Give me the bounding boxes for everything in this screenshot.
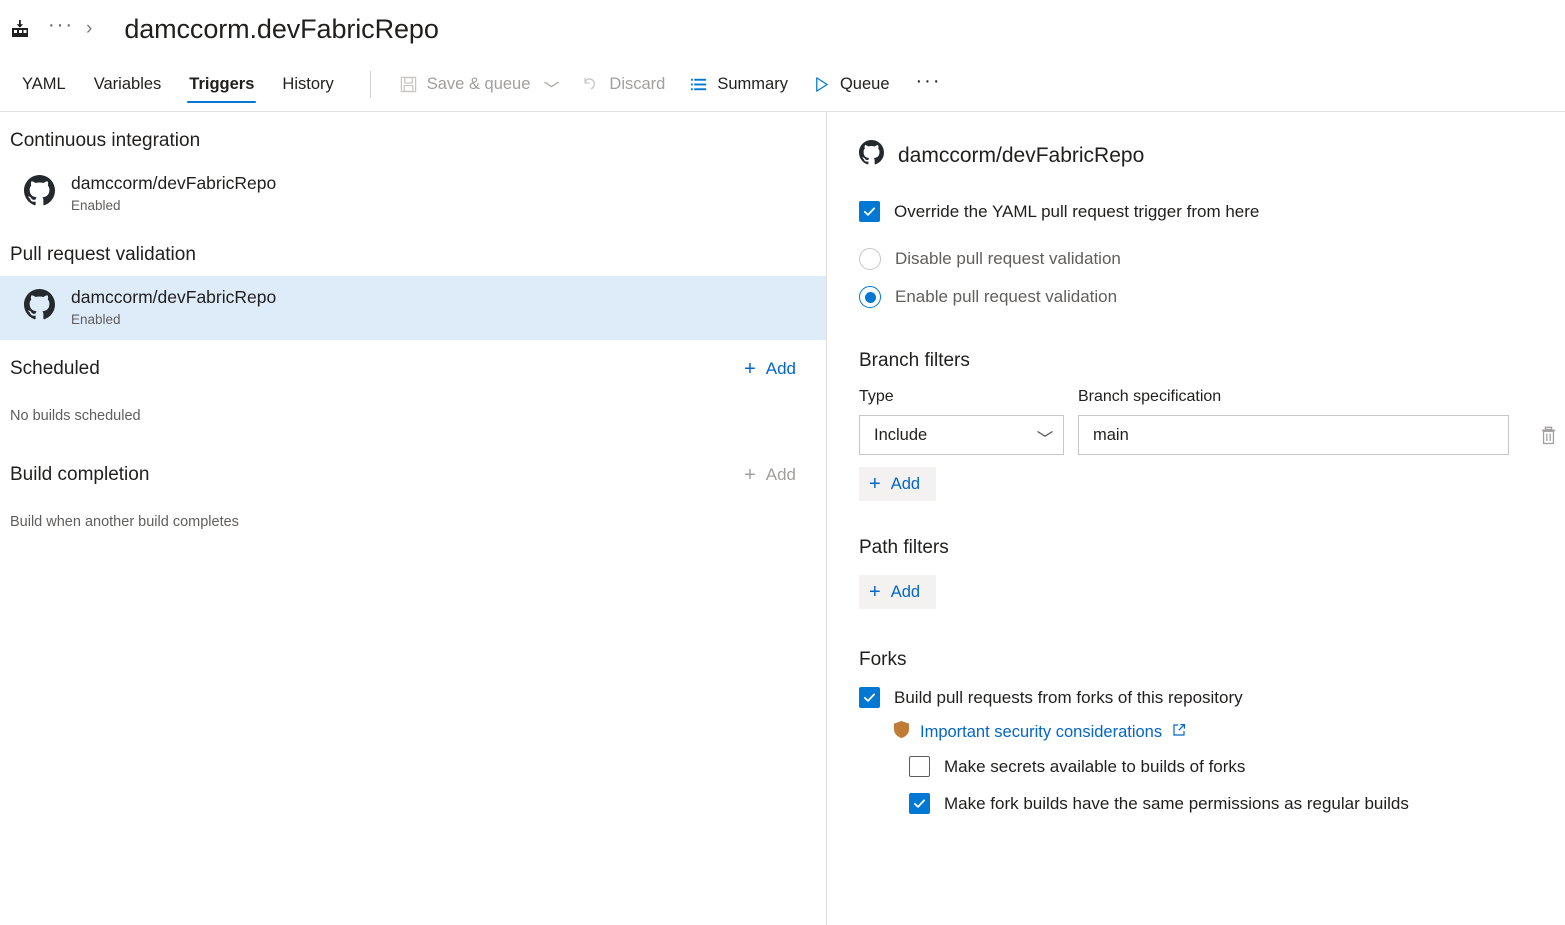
- branch-filter-type-select[interactable]: Include: [859, 415, 1064, 455]
- security-considerations-link[interactable]: Important security considerations: [920, 723, 1162, 742]
- add-path-filter-label: Add: [891, 583, 920, 602]
- path-filters-heading: Path filters: [859, 537, 1565, 559]
- build-from-forks-row[interactable]: Build pull requests from forks of this r…: [859, 687, 1565, 708]
- trigger-item-status: Enabled: [71, 312, 276, 327]
- discard-button[interactable]: Discard: [569, 58, 677, 111]
- override-yaml-trigger-label: Override the YAML pull request trigger f…: [894, 202, 1259, 222]
- trigger-item-status: Enabled: [71, 198, 276, 213]
- radio-dot-icon: [865, 292, 876, 303]
- forks-heading: Forks: [859, 649, 1565, 671]
- tab-history[interactable]: History: [268, 58, 347, 111]
- override-yaml-trigger-checkbox[interactable]: [859, 201, 880, 222]
- check-icon: [863, 691, 876, 704]
- external-link-icon: [1172, 723, 1186, 742]
- section-continuous-integration-heading: Continuous integration: [0, 112, 826, 162]
- breadcrumb-overflow[interactable]: ···: [34, 15, 86, 43]
- make-secrets-available-checkbox[interactable]: [909, 756, 930, 777]
- save-and-queue-label: Save & queue: [427, 75, 531, 94]
- check-icon: [913, 797, 926, 810]
- trigger-item-continuous-integration[interactable]: damccorm/devFabricRepo Enabled: [0, 162, 826, 226]
- enable-pr-validation-label: Enable pull request validation: [895, 287, 1117, 307]
- trigger-item-name: damccorm/devFabricRepo: [71, 287, 276, 309]
- make-secrets-available-row[interactable]: Make secrets available to builds of fork…: [909, 756, 1565, 777]
- build-from-forks-checkbox[interactable]: [859, 687, 880, 708]
- scheduled-empty-text: No builds scheduled: [0, 390, 826, 424]
- plus-icon: +: [744, 465, 756, 485]
- trigger-item-name: damccorm/devFabricRepo: [71, 173, 276, 195]
- enable-pr-validation-radio[interactable]: [859, 286, 881, 308]
- plus-icon: +: [744, 359, 756, 379]
- tab-yaml[interactable]: YAML: [8, 58, 80, 111]
- build-completion-empty-text: Build when another build completes: [0, 496, 826, 530]
- details-title-label: damccorm/devFabricRepo: [898, 144, 1144, 168]
- trigger-details-pane: damccorm/devFabricRepo Override the YAML…: [827, 112, 1565, 925]
- play-icon: [812, 75, 831, 94]
- shield-icon: [893, 720, 910, 744]
- fork-builds-permissions-checkbox[interactable]: [909, 793, 930, 814]
- branch-filter-row: Include: [859, 415, 1565, 455]
- enable-pr-validation-row[interactable]: Enable pull request validation: [859, 286, 1565, 308]
- fork-builds-permissions-row[interactable]: Make fork builds have the same permissio…: [909, 793, 1565, 814]
- azure-pipelines-icon[interactable]: [6, 15, 34, 43]
- branch-filter-type-label: Type: [859, 388, 1064, 406]
- breadcrumb-chevron-icon: ›: [86, 19, 98, 40]
- github-icon: [859, 140, 884, 171]
- summary-label: Summary: [717, 75, 788, 94]
- branch-filters-column-headers: Type Branch specification: [859, 388, 1565, 415]
- section-scheduled-heading: Scheduled: [10, 358, 100, 380]
- content-area: Continuous integration damccorm/devFabri…: [0, 112, 1565, 925]
- github-icon: [24, 175, 55, 211]
- chevron-down-icon[interactable]: [544, 79, 561, 91]
- disable-pr-validation-row[interactable]: Disable pull request validation: [859, 248, 1565, 270]
- add-build-completion-label: Add: [766, 465, 796, 485]
- undo-icon: [581, 75, 600, 94]
- breadcrumb: ··· › damccorm.devFabricRepo: [0, 0, 1565, 58]
- check-icon: [863, 205, 876, 218]
- branch-filter-type-value: Include: [874, 426, 927, 445]
- save-and-queue-button[interactable]: Save & queue: [387, 58, 570, 111]
- branch-filter-spec-label: Branch specification: [1078, 388, 1509, 406]
- override-yaml-trigger-row[interactable]: Override the YAML pull request trigger f…: [859, 201, 1565, 222]
- add-scheduled-label: Add: [766, 359, 796, 379]
- branch-specification-input[interactable]: [1078, 415, 1509, 455]
- github-icon: [24, 289, 55, 325]
- page-title: damccorm.devFabricRepo: [98, 14, 438, 45]
- chevron-down-icon: [1036, 429, 1054, 441]
- security-considerations-row: Important security considerations: [893, 720, 1565, 744]
- disable-pr-validation-radio[interactable]: [859, 248, 881, 270]
- make-secrets-available-label: Make secrets available to builds of fork…: [944, 757, 1245, 777]
- triggers-list-pane: Continuous integration damccorm/devFabri…: [0, 112, 827, 925]
- details-title: damccorm/devFabricRepo: [859, 140, 1565, 171]
- disable-pr-validation-label: Disable pull request validation: [895, 249, 1121, 269]
- plus-icon: +: [869, 582, 881, 602]
- section-scheduled: Scheduled + Add: [0, 340, 826, 390]
- queue-button[interactable]: Queue: [800, 58, 902, 111]
- trigger-item-pull-request-validation[interactable]: damccorm/devFabricRepo Enabled: [0, 276, 826, 340]
- list-icon: [689, 75, 708, 94]
- add-branch-filter-label: Add: [891, 475, 920, 494]
- tab-variables[interactable]: Variables: [80, 58, 176, 111]
- summary-button[interactable]: Summary: [677, 58, 800, 111]
- plus-icon: +: [869, 474, 881, 494]
- tab-toolbar: YAML Variables Triggers History Save & q…: [0, 58, 1565, 112]
- section-pull-request-validation-heading: Pull request validation: [0, 226, 826, 276]
- section-build-completion-heading: Build completion: [10, 464, 149, 486]
- branch-filters-heading: Branch filters: [859, 350, 1565, 372]
- add-path-filter-button[interactable]: + Add: [859, 575, 936, 609]
- build-from-forks-label: Build pull requests from forks of this r…: [894, 688, 1243, 708]
- queue-label: Queue: [840, 75, 890, 94]
- add-scheduled-trigger-button[interactable]: + Add: [744, 359, 796, 379]
- add-branch-filter-button[interactable]: + Add: [859, 467, 936, 501]
- toolbar-overflow-button[interactable]: ···: [902, 58, 954, 111]
- discard-label: Discard: [609, 75, 665, 94]
- add-build-completion-trigger-button[interactable]: + Add: [744, 465, 796, 485]
- fork-builds-permissions-label: Make fork builds have the same permissio…: [944, 794, 1409, 814]
- delete-branch-filter-button[interactable]: [1531, 418, 1565, 452]
- section-build-completion: Build completion + Add: [0, 446, 826, 496]
- trash-icon: [1538, 425, 1559, 446]
- tab-triggers[interactable]: Triggers: [175, 58, 268, 111]
- toolbar-divider: [370, 71, 371, 98]
- save-icon: [399, 75, 418, 94]
